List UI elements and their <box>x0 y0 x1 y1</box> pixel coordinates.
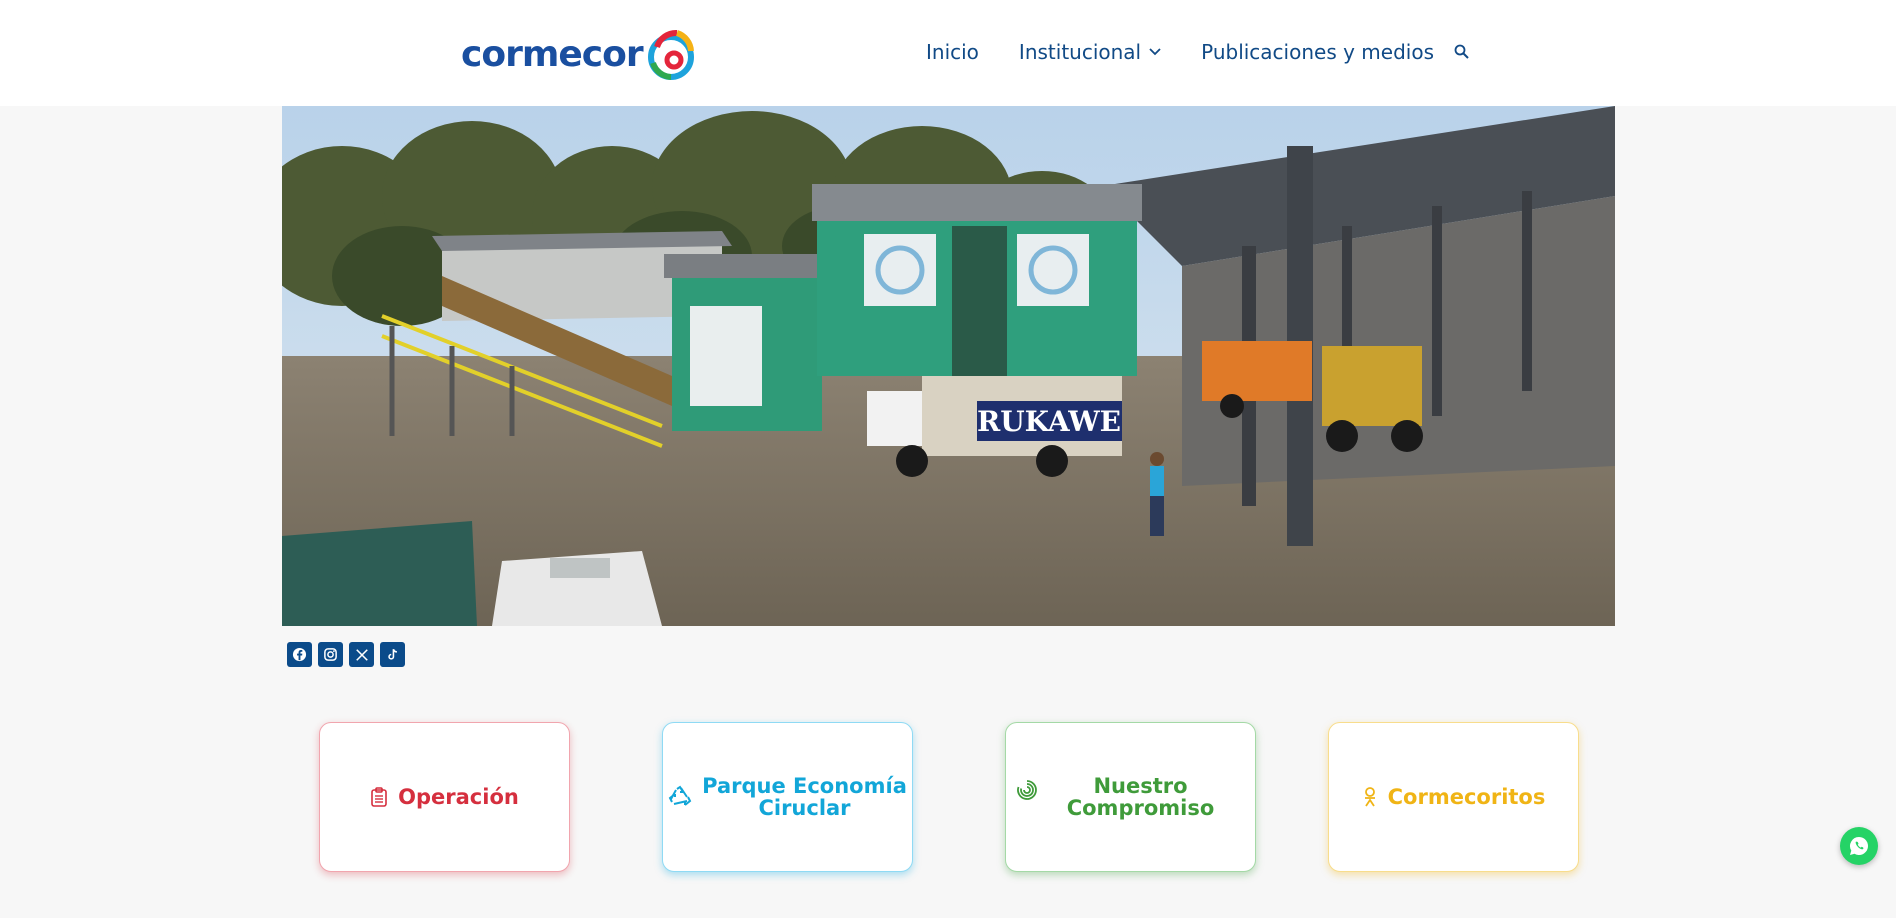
card-compromiso-line2: Compromiso <box>1066 796 1215 820</box>
nav-inicio[interactable]: Inicio <box>926 40 979 64</box>
chevron-down-icon <box>1149 48 1161 56</box>
recycle-icon <box>668 785 692 809</box>
site-header: cormecor Inicio Institucional Publicacio… <box>0 0 1896 106</box>
card-compromiso-line1: Nuestro <box>1093 774 1188 798</box>
whatsapp-button[interactable] <box>1840 827 1878 865</box>
child-icon <box>1362 786 1378 808</box>
clipboard-icon <box>370 787 388 807</box>
recycling-plant-photo: RUKAWE <box>282 106 1615 626</box>
facebook-icon <box>292 647 307 662</box>
whatsapp-icon <box>1850 837 1868 855</box>
logo-text: cormecor <box>461 33 644 75</box>
spiral-icon <box>1016 779 1038 801</box>
card-parque-line1: Parque Economía <box>702 774 907 798</box>
tiktok-button[interactable] <box>380 642 405 667</box>
card-parque-economia[interactable]: Parque Economía Ciruclar <box>662 722 913 872</box>
card-nuestro-compromiso-label: Nuestro Compromiso <box>1067 775 1215 819</box>
card-parque-economia-label: Parque Economía Ciruclar <box>702 775 907 819</box>
main-nav: Inicio Institucional Publicaciones y med… <box>926 40 1470 64</box>
x-icon <box>355 648 368 661</box>
facebook-button[interactable] <box>287 642 312 667</box>
card-operacion[interactable]: Operación <box>319 722 570 872</box>
nav-institucional[interactable]: Institucional <box>1019 40 1161 64</box>
nav-publicaciones-label: Publicaciones y medios <box>1201 40 1434 64</box>
nav-publicaciones[interactable]: Publicaciones y medios <box>1201 40 1434 64</box>
x-button[interactable] <box>349 642 374 667</box>
nav-institucional-label: Institucional <box>1018 40 1142 64</box>
logo-mark-icon <box>647 30 694 80</box>
social-links <box>287 642 405 667</box>
card-parque-line2: Ciruclar <box>758 796 851 820</box>
instagram-button[interactable] <box>318 642 343 667</box>
nav-inicio-label: Inicio <box>926 40 979 64</box>
tiktok-icon <box>387 649 397 660</box>
instagram-icon <box>324 648 337 661</box>
search-icon[interactable] <box>1454 44 1470 60</box>
card-cormecoritos-label: Cormecoritos <box>1387 785 1546 809</box>
cormecor-logo[interactable]: cormecor <box>461 26 695 82</box>
card-operacion-label: Operación <box>398 785 519 809</box>
card-cormecoritos[interactable]: Cormecoritos <box>1328 722 1579 872</box>
truck-sign: RUKAWE <box>977 405 1121 438</box>
card-nuestro-compromiso[interactable]: Nuestro Compromiso <box>1005 722 1256 872</box>
hero-image: RUKAWE <box>282 106 1615 626</box>
